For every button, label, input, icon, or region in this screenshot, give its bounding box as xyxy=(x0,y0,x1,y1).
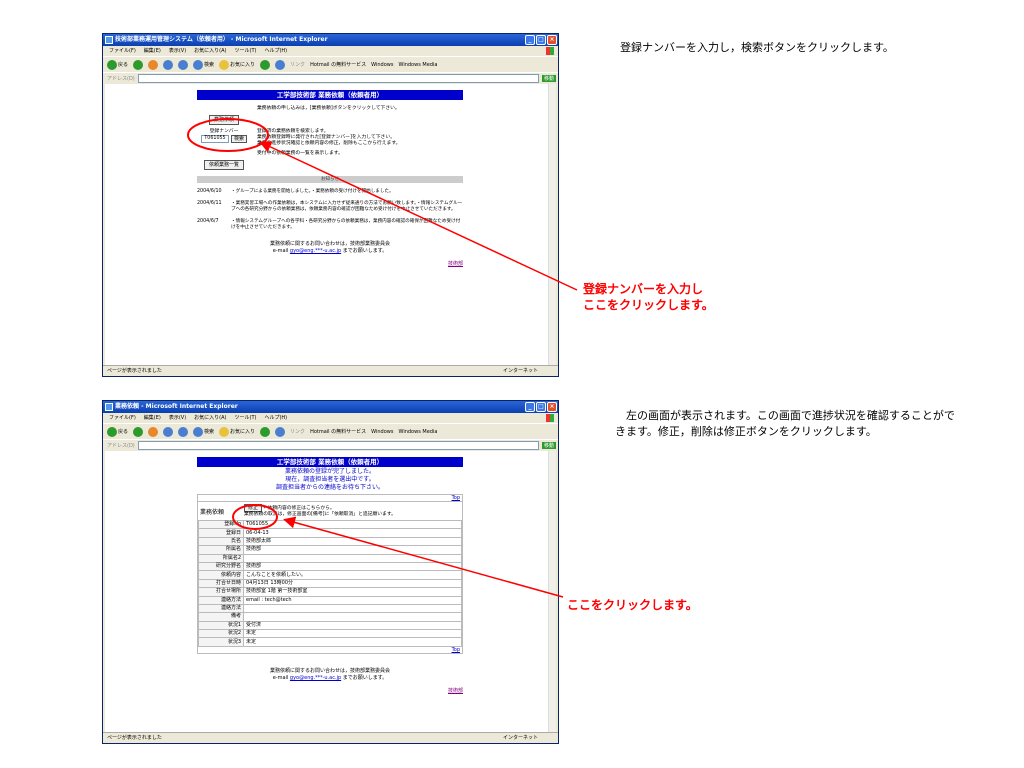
highlight-ellipse-search xyxy=(187,118,269,152)
annotation-overlay xyxy=(187,118,578,598)
callout-arrow-edit xyxy=(283,516,564,598)
callout-arrow-search xyxy=(259,141,578,291)
highlight-ellipse-edit xyxy=(232,504,278,530)
